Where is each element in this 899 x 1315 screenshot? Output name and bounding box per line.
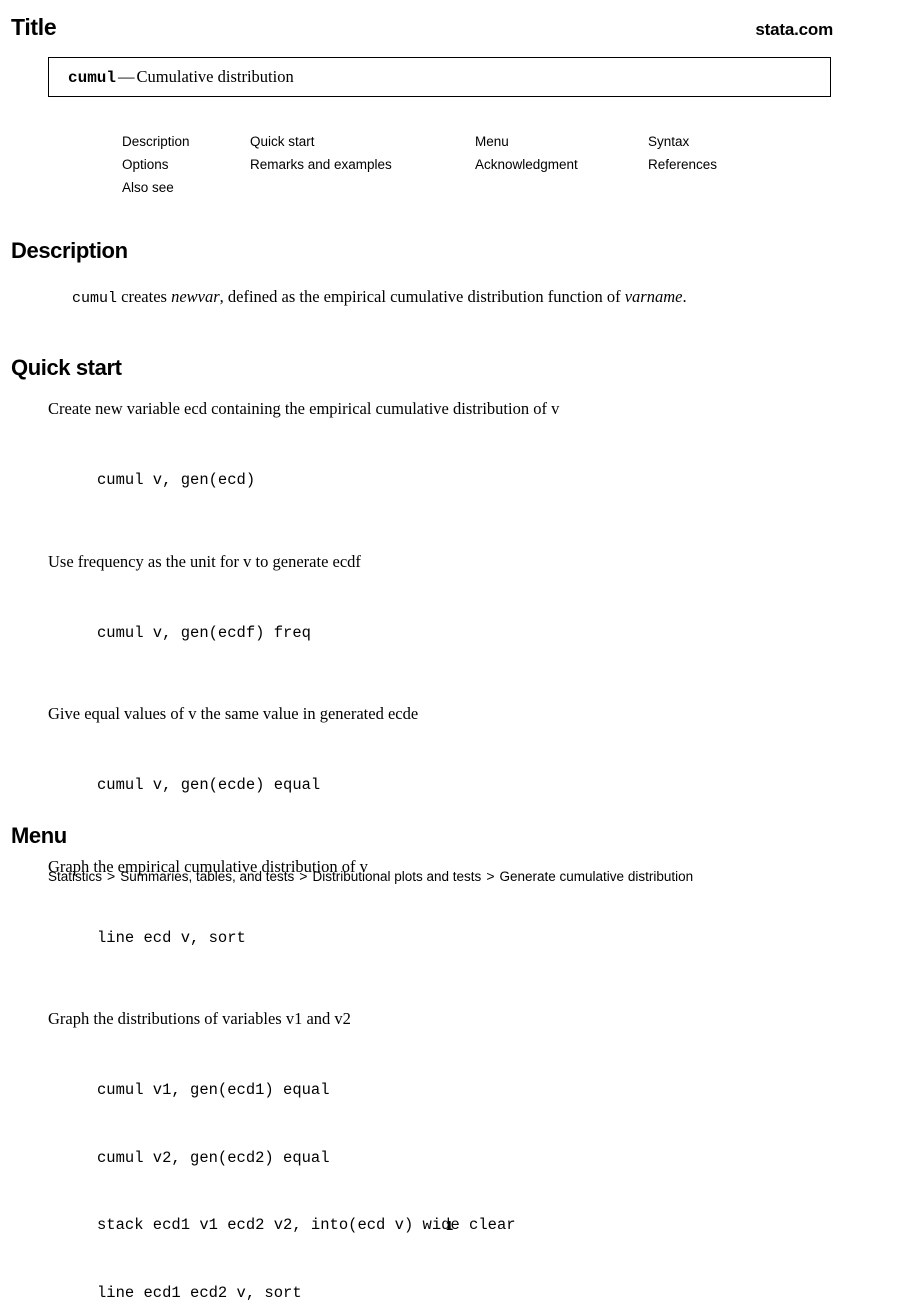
section-nav-links: Description Quick start Menu Syntax Opti… — [122, 130, 842, 199]
nav-row: Description Quick start Menu Syntax — [122, 130, 842, 153]
nav-row: Also see — [122, 176, 842, 199]
breadcrumb-separator-icon: > — [486, 868, 495, 884]
command-description: Cumulative distribution — [136, 67, 294, 86]
description-text-3: . — [682, 287, 687, 306]
quick-start-item: Give equal values of v the same value in… — [48, 703, 848, 842]
command-title-inner: cumul — Cumulative distribution — [49, 67, 294, 87]
code-line: cumul v1, gen(ecd1) equal — [97, 1081, 330, 1099]
document-page: Title stata.com cumul — Cumulative distrib… — [0, 0, 899, 1315]
command-name: cumul — [68, 69, 117, 87]
description-text-2: , defined as the empirical cumulative di… — [219, 287, 625, 306]
description-text-1: creates — [117, 287, 172, 306]
command-title-box: cumul — Cumulative distribution — [48, 57, 831, 97]
nav-link-references[interactable]: References — [648, 153, 808, 176]
quick-start-code: line ecd v, sort — [97, 882, 848, 995]
page-number: 1 — [445, 1218, 454, 1233]
page-header: Title stata.com — [11, 16, 833, 39]
code-line: cumul v, gen(ecdf) freq — [97, 623, 311, 642]
nav-link-quick-start[interactable]: Quick start — [250, 130, 475, 153]
quick-start-text: Graph the distributions of variables v1 … — [48, 1009, 351, 1028]
description-command: cumul — [72, 290, 118, 307]
description-paragraph: cumul creates newvar, defined as the emp… — [72, 287, 687, 307]
breadcrumb-item-statistics[interactable]: Statistics — [48, 869, 102, 884]
code-line: line ecd v, sort — [97, 928, 246, 947]
nav-link-acknowledgment[interactable]: Acknowledgment — [475, 153, 648, 176]
quick-start-code: cumul v, gen(ecde) equal — [97, 729, 848, 842]
quick-start-item: Use frequency as the unit for v to gener… — [48, 551, 848, 690]
section-heading-menu: Menu — [11, 823, 67, 848]
quick-start-code: cumul v, gen(ecdf) freq — [97, 577, 848, 690]
quick-start-text: Create new variable ecd containing the e… — [48, 399, 560, 418]
menu-breadcrumb: Statistics > Summaries, tables, and tests >… — [48, 868, 693, 884]
nav-link-description[interactable]: Description — [122, 130, 250, 153]
code-line: cumul v, gen(ecde) equal — [97, 776, 321, 794]
nav-link-syntax[interactable]: Syntax — [648, 130, 808, 153]
breadcrumb-item-distributional-plots-and-tests[interactable]: Distributional plots and tests — [312, 869, 481, 884]
quick-start-text: Use frequency as the unit for v to gener… — [48, 551, 361, 571]
title-dash: — — [118, 67, 135, 86]
quick-start-item: Create new variable ecd containing the e… — [48, 398, 848, 537]
nav-link-remarks-and-examples[interactable]: Remarks and examples — [250, 153, 475, 176]
code-line: line ecd1 ecd2 v, sort — [97, 1283, 302, 1302]
breadcrumb-separator-icon: > — [299, 868, 308, 884]
nav-link-options[interactable]: Options — [122, 153, 250, 176]
description-varname: varname — [624, 287, 683, 306]
quick-start-code: cumul v1, gen(ecd1) equal cumul v2, gen(… — [97, 1034, 848, 1315]
section-heading-description: Description — [11, 238, 128, 263]
nav-link-also-see[interactable]: Also see — [122, 176, 250, 199]
nav-link-menu[interactable]: Menu — [475, 130, 648, 153]
quick-start-item: Graph the distributions of variables v1 … — [48, 1008, 848, 1315]
breadcrumb-separator-icon: > — [107, 868, 116, 884]
quick-start-text: Give equal values of v the same value in… — [48, 704, 419, 723]
code-line: cumul v, gen(ecd) — [97, 471, 256, 489]
description-newvar: newvar — [171, 287, 220, 306]
quick-start-code: cumul v, gen(ecd) — [97, 424, 848, 537]
section-heading-quick-start: Quick start — [11, 355, 122, 380]
breadcrumb-item-summaries-tables-and-tests[interactable]: Summaries, tables, and tests — [120, 869, 294, 884]
code-line: cumul v2, gen(ecd2) equal — [97, 1148, 330, 1167]
breadcrumb-item-generate-cumulative-distribution[interactable]: Generate cumulative distribution — [500, 869, 694, 884]
nav-row: Options Remarks and examples Acknowledgm… — [122, 153, 842, 176]
stata-brand-link[interactable]: stata.com — [755, 21, 833, 38]
quick-start-list: Create new variable ecd containing the e… — [48, 398, 848, 1315]
page-title: Title — [11, 14, 57, 40]
